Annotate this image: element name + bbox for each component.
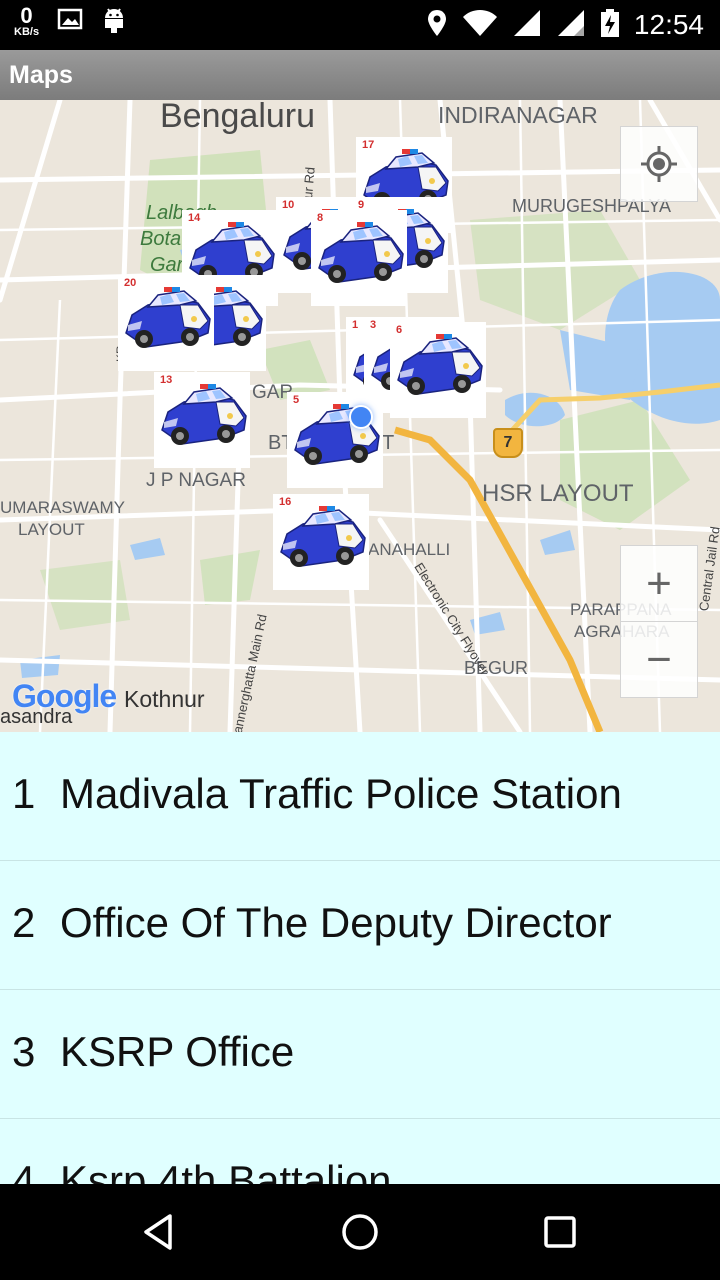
label-anahalli: ANAHALLI bbox=[368, 540, 451, 559]
image-icon bbox=[57, 8, 83, 35]
station-list[interactable]: 1 Madivala Traffic Police Station 2 Offi… bbox=[0, 732, 720, 1184]
plus-icon: + bbox=[646, 558, 672, 608]
highway-number: 7 bbox=[503, 434, 513, 451]
crosshair-icon bbox=[641, 146, 677, 182]
label-lalbagh-3: Gar bbox=[150, 254, 184, 276]
label-hsr-layout: HSR LAYOUT bbox=[482, 480, 634, 507]
app-bar: Maps bbox=[0, 50, 720, 100]
label-hosur-rd: ur Rd bbox=[300, 166, 318, 200]
home-button[interactable] bbox=[336, 1208, 384, 1256]
police-car-icon bbox=[161, 383, 247, 446]
police-marker[interactable]: 8 bbox=[311, 210, 407, 306]
list-item[interactable]: 4 Ksrp 4th Battalion bbox=[0, 1119, 720, 1184]
network-speed-unit: KB/s bbox=[14, 26, 40, 38]
police-car-icon bbox=[318, 221, 404, 284]
list-item[interactable]: 3 KSRP Office bbox=[0, 990, 720, 1119]
location-icon bbox=[426, 8, 448, 43]
home-icon bbox=[342, 1214, 378, 1250]
list-item-name: Ksrp 4th Battalion bbox=[60, 1157, 392, 1184]
map-view[interactable]: Bengaluru INDIRANAGAR MURUGESHPALYA Lalb… bbox=[0, 100, 720, 732]
label-jp-nagar: J P NAGAR bbox=[146, 470, 246, 491]
highway-shield: 7 bbox=[493, 428, 523, 458]
list-item-index: 4 bbox=[12, 1157, 36, 1184]
recents-button[interactable] bbox=[536, 1208, 584, 1256]
label-kothnur: Kothnur bbox=[124, 686, 205, 712]
police-car-icon bbox=[294, 403, 380, 466]
label-t: T bbox=[382, 432, 395, 454]
signal-icon bbox=[512, 8, 542, 43]
my-location-dot bbox=[349, 405, 373, 429]
police-marker[interactable]: 16 bbox=[273, 494, 369, 590]
police-marker[interactable]: 20 bbox=[118, 275, 214, 371]
status-bar: 0 KB/s 12:54 bbox=[0, 0, 720, 50]
zoom-in-button[interactable]: + bbox=[620, 545, 698, 622]
list-item-index: 2 bbox=[12, 899, 36, 946]
label-indiranagar: INDIRANAGAR bbox=[438, 102, 598, 128]
list-item-index: 1 bbox=[12, 770, 36, 817]
battery-charging-icon bbox=[600, 8, 620, 43]
network-speed-value: 0 bbox=[20, 3, 33, 28]
clock: 12:54 bbox=[633, 9, 704, 40]
police-car-icon bbox=[125, 286, 211, 349]
police-marker[interactable]: 5 bbox=[287, 392, 383, 488]
police-car-icon bbox=[397, 333, 483, 396]
back-button[interactable] bbox=[136, 1208, 184, 1256]
police-car-icon bbox=[280, 505, 366, 568]
list-item[interactable]: 2 Office Of The Deputy Director bbox=[0, 861, 720, 990]
list-item-name: Office Of The Deputy Director bbox=[60, 899, 612, 946]
minus-icon: − bbox=[646, 634, 672, 684]
label-kumaraswamy-1: UMARASWAMY bbox=[0, 498, 125, 517]
label-kumaraswamy-2: LAYOUT bbox=[18, 520, 85, 539]
signal-icon-2 bbox=[556, 8, 586, 43]
navigation-bar bbox=[0, 1184, 720, 1280]
label-lalbagh-2: Bota bbox=[140, 228, 182, 250]
app-title: Maps bbox=[9, 61, 73, 89]
police-marker[interactable]: 13 bbox=[154, 372, 250, 468]
network-speed: 0 KB/s bbox=[14, 5, 39, 38]
android-icon bbox=[101, 4, 127, 39]
google-logo: Google bbox=[12, 678, 117, 714]
back-icon bbox=[144, 1214, 172, 1250]
label-bengaluru: Bengaluru bbox=[160, 100, 316, 135]
list-item-name: Madivala Traffic Police Station bbox=[60, 770, 622, 817]
list-item[interactable]: 1 Madivala Traffic Police Station bbox=[0, 732, 720, 861]
police-marker[interactable]: 6 bbox=[390, 322, 486, 418]
list-item-index: 3 bbox=[12, 1028, 36, 1075]
wifi-icon bbox=[462, 9, 498, 42]
list-item-name: KSRP Office bbox=[60, 1028, 295, 1075]
zoom-out-button[interactable]: − bbox=[620, 621, 698, 698]
my-location-button[interactable] bbox=[620, 126, 698, 202]
recents-icon bbox=[544, 1216, 576, 1248]
